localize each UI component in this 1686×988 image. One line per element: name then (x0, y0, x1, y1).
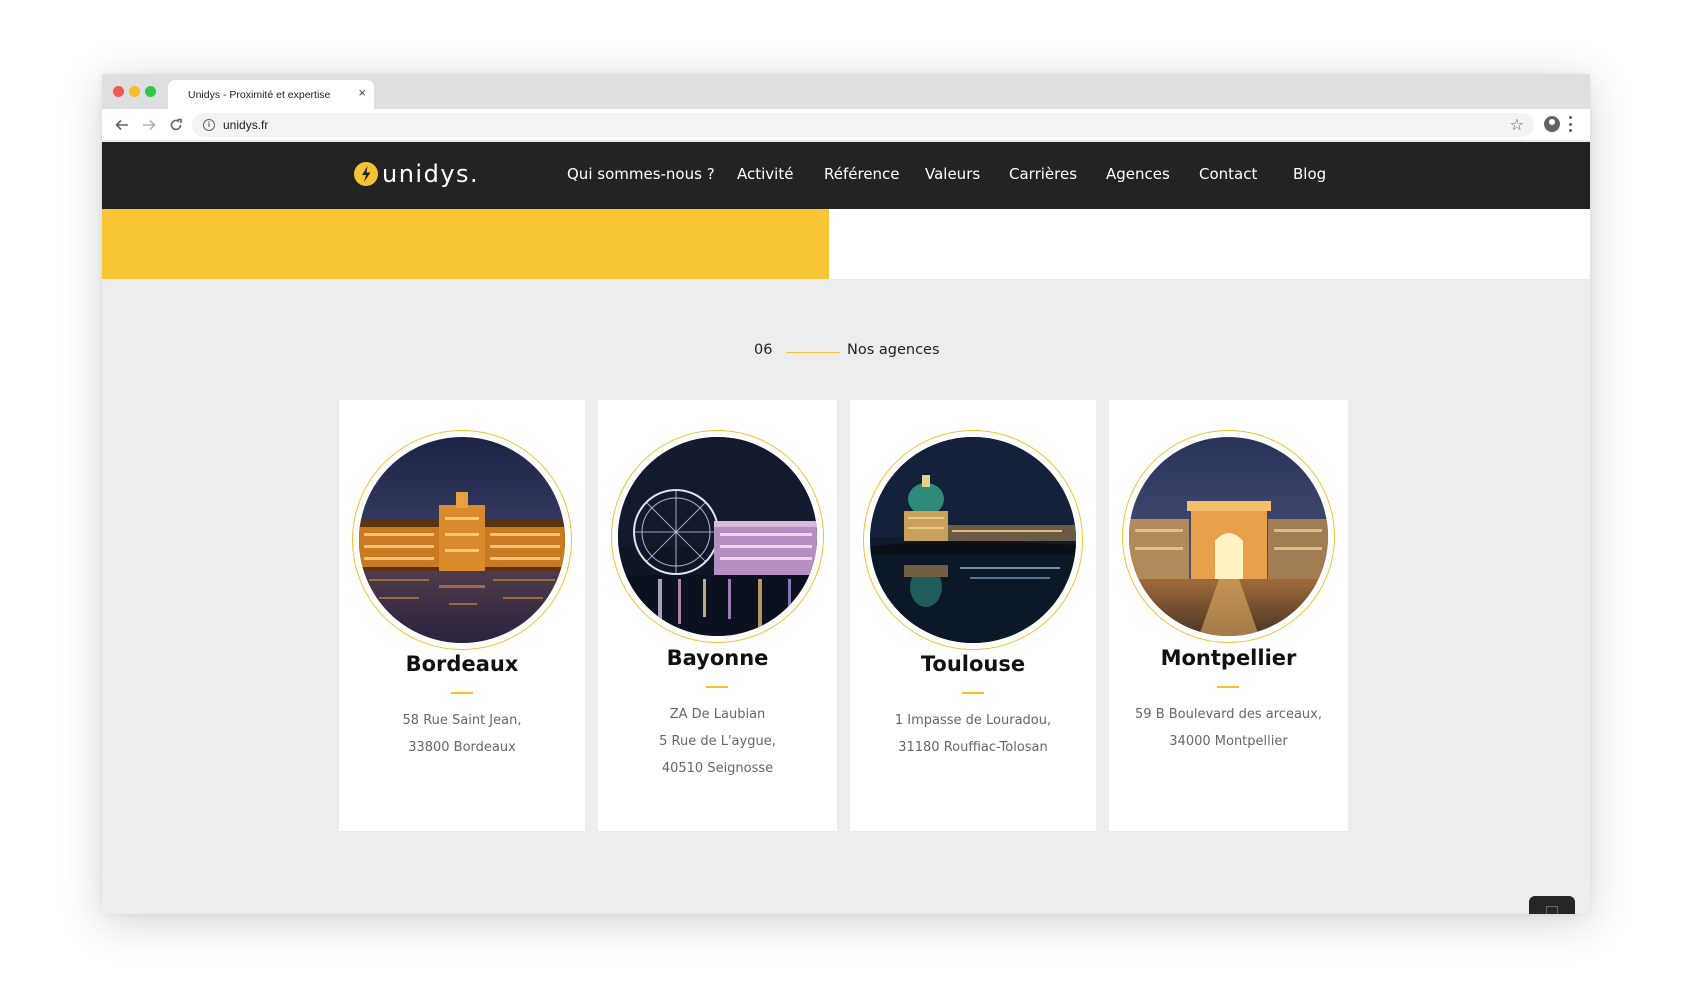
arc-de-triomphe-montpellier-photo (1129, 437, 1328, 636)
agency-card-bayonne[interactable]: Bayonne ZA De Laubian 5 Rue de L'aygue, … (598, 400, 837, 831)
browser-tab[interactable]: Unidys - Proximité et expertise × (168, 80, 374, 109)
forward-arrow-icon[interactable] (139, 115, 159, 135)
nav-item-contact[interactable]: Contact (1199, 165, 1257, 183)
address-line: ZA De Laubian (669, 707, 766, 722)
tab-title: Unidys - Proximité et expertise (188, 89, 331, 101)
profile-icon[interactable] (1544, 116, 1560, 132)
url-text[interactable]: unidys.fr (223, 118, 268, 132)
nav-item-reference[interactable]: Référence (824, 165, 900, 183)
lightning-bolt-icon (354, 162, 378, 186)
address-bar[interactable]: i unidys.fr ☆ (192, 113, 1534, 137)
bordeaux-night-photo (359, 437, 565, 643)
yellow-dash-divider (451, 692, 473, 694)
minimize-window-button[interactable] (129, 86, 140, 97)
agency-address: 1 Impasse de Louradou, 31180 Rouffiac-To… (850, 707, 1096, 761)
browser-toolbar: i unidys.fr ☆ (102, 109, 1590, 141)
agency-city: Bordeaux (405, 652, 519, 676)
agency-city: Montpellier (1160, 646, 1297, 670)
address-line: 5 Rue de L'aygue, (659, 734, 776, 749)
agency-address: ZA De Laubian 5 Rue de L'aygue, 40510 Se… (598, 701, 837, 782)
browser-menu-icon[interactable] (1568, 116, 1572, 132)
ferris-wheel-night-photo (618, 437, 817, 636)
address-line: 40510 Seignosse (661, 761, 774, 776)
address-line: 34000 Montpellier (1169, 734, 1288, 749)
section-number: 06 (754, 342, 773, 358)
agency-city: Toulouse (920, 652, 1026, 676)
tab-close-icon[interactable]: × (358, 85, 366, 101)
agency-address: 58 Rue Saint Jean, 33800 Bordeaux (339, 707, 585, 761)
address-line: 31180 Rouffiac-Tolosan (898, 740, 1048, 755)
section-divider-line (786, 352, 840, 353)
agency-card-bordeaux[interactable]: Bordeaux 58 Rue Saint Jean, 33800 Bordea… (339, 400, 585, 831)
site-header: unidys. Qui sommes-nous ? Activité Référ… (102, 142, 1590, 209)
browser-window: Unidys - Proximité et expertise × i unid… (102, 74, 1590, 914)
maximize-window-button[interactable] (145, 86, 156, 97)
unidys-logo[interactable]: unidys. (354, 160, 479, 188)
agency-city: Bayonne (666, 646, 769, 670)
chevron-up-icon (1546, 906, 1558, 914)
agency-address: 59 B Boulevard des arceaux, 34000 Montpe… (1109, 701, 1348, 755)
toulouse-dome-night-photo (870, 437, 1076, 643)
scroll-to-top-button[interactable] (1529, 896, 1575, 914)
bookmark-star-icon[interactable]: ☆ (1510, 115, 1524, 135)
agency-card-montpellier[interactable]: Montpellier 59 B Boulevard des arceaux, … (1109, 400, 1348, 831)
nav-item-carrieres[interactable]: Carrières (1009, 165, 1077, 183)
browser-titlebar: Unidys - Proximité et expertise × (102, 74, 1590, 109)
address-line: 58 Rue Saint Jean, (402, 713, 522, 728)
yellow-dash-divider (1217, 686, 1239, 688)
address-line: 59 B Boulevard des arceaux, (1135, 707, 1322, 722)
logo-text: unidys. (382, 160, 480, 188)
nav-item-activite[interactable]: Activité (737, 165, 793, 183)
agency-card-toulouse[interactable]: Toulouse 1 Impasse de Louradou, 31180 Ro… (850, 400, 1096, 831)
back-arrow-icon[interactable] (112, 115, 132, 135)
nav-item-agences[interactable]: Agences (1106, 165, 1170, 183)
section-title: Nos agences (847, 342, 940, 358)
hero-banner-strip (102, 209, 1590, 279)
yellow-dash-divider (962, 692, 984, 694)
nav-item-qui-sommes-nous[interactable]: Qui sommes-nous ? (567, 165, 715, 183)
nav-item-valeurs[interactable]: Valeurs (925, 165, 980, 183)
address-line: 33800 Bordeaux (408, 740, 516, 755)
address-line: 1 Impasse de Louradou, (894, 713, 1052, 728)
yellow-accent-block (102, 209, 829, 279)
reload-icon[interactable] (166, 115, 186, 135)
close-window-button[interactable] (113, 86, 124, 97)
info-icon[interactable]: i (203, 119, 215, 131)
nav-item-blog[interactable]: Blog (1293, 165, 1326, 183)
yellow-dash-divider (706, 686, 728, 688)
